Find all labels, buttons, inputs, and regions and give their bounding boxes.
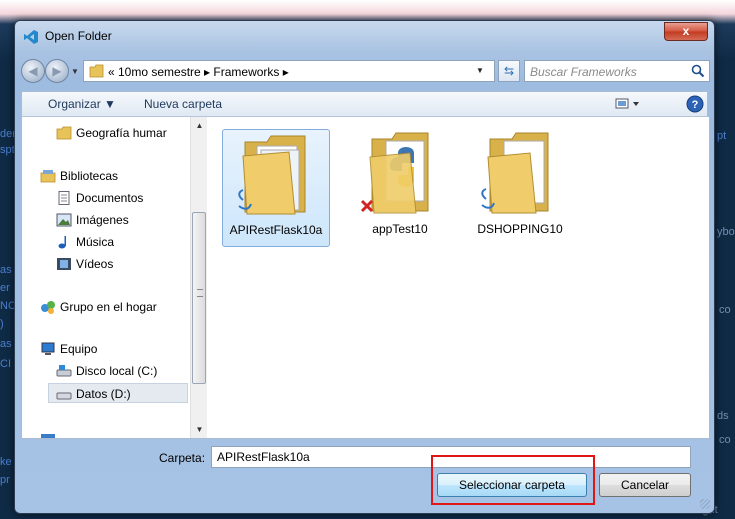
folder-icon bbox=[89, 64, 104, 78]
python-folder-icon bbox=[360, 132, 429, 214]
bg-text: ybo bbox=[717, 226, 735, 238]
bg-text: ) bbox=[0, 318, 4, 330]
folder-label: Carpeta: bbox=[159, 451, 206, 465]
bg-text: as bbox=[0, 338, 12, 350]
documents-icon bbox=[58, 191, 70, 205]
navigation-row: ◀ ▶ ▼ « 10mo semestre ▸ Frameworks ▸ ▼ ⇆… bbox=[21, 59, 710, 83]
search-placeholder: Buscar Frameworks bbox=[530, 65, 637, 79]
music-icon bbox=[58, 236, 66, 249]
bg-text: as bbox=[0, 264, 12, 276]
resize-grip-icon[interactable] bbox=[700, 499, 710, 509]
nav-item-disco-c[interactable]: Disco local (C:) bbox=[22, 361, 182, 381]
bg-text: er bbox=[0, 282, 10, 294]
nav-scrollbar[interactable]: ▲ ▼ bbox=[190, 117, 207, 438]
file-item[interactable]: APIRestFlask10a bbox=[222, 129, 330, 247]
open-folder-dialog: Open Folder x ◀ ▶ ▼ « 10mo semestre ▸ Fr… bbox=[14, 20, 715, 514]
chevron-down-icon[interactable]: ▼ bbox=[470, 62, 490, 80]
nav-item-musica[interactable]: Música bbox=[22, 232, 182, 252]
grip-icon bbox=[197, 289, 203, 297]
library-icon bbox=[40, 170, 56, 183]
scroll-up-icon[interactable]: ▲ bbox=[191, 117, 208, 134]
pictures-icon bbox=[56, 213, 72, 227]
refresh-button[interactable]: ⇆ bbox=[498, 60, 520, 82]
nav-item-datos-d[interactable]: Datos (D:) bbox=[48, 383, 188, 403]
new-folder-button[interactable]: Nueva carpeta bbox=[144, 97, 222, 111]
bg-text: spt bbox=[0, 144, 15, 156]
computer-icon bbox=[41, 342, 55, 355]
drive-icon bbox=[56, 392, 72, 400]
nav-item-videos[interactable]: Vídeos bbox=[22, 254, 182, 274]
file-name: APIRestFlask10a bbox=[229, 223, 323, 237]
vscode-icon bbox=[24, 30, 38, 44]
bg-text: pr bbox=[0, 474, 10, 486]
homegroup-icon bbox=[41, 301, 55, 314]
svg-text:?: ? bbox=[692, 99, 699, 111]
close-button[interactable]: x bbox=[664, 22, 708, 41]
bg-text: ke bbox=[0, 456, 12, 468]
folder-icon bbox=[481, 132, 549, 214]
view-options-icon[interactable] bbox=[615, 96, 641, 112]
highlight-box bbox=[431, 455, 595, 505]
title-bar[interactable]: Open Folder x bbox=[15, 21, 714, 51]
file-item[interactable]: appTest10 bbox=[346, 129, 454, 247]
nav-item-imagenes[interactable]: Imágenes bbox=[22, 210, 182, 230]
file-name: DSHOPPING10 bbox=[477, 222, 563, 236]
scroll-thumb[interactable] bbox=[192, 212, 206, 384]
file-item[interactable]: DSHOPPING10 bbox=[466, 129, 574, 247]
search-icon bbox=[691, 64, 705, 78]
back-button[interactable]: ◀ bbox=[21, 59, 45, 83]
nav-item-documentos[interactable]: Documentos bbox=[22, 188, 182, 208]
network-icon bbox=[41, 434, 55, 438]
search-input[interactable]: Buscar Frameworks bbox=[524, 60, 710, 82]
forward-button[interactable]: ▶ bbox=[45, 59, 69, 83]
bg-text: CI bbox=[0, 358, 11, 370]
help-icon[interactable]: ? bbox=[686, 95, 704, 113]
drive-icon bbox=[56, 365, 72, 377]
breadcrumb[interactable]: « 10mo semestre ▸ Frameworks ▸ bbox=[108, 65, 289, 79]
bg-text: co bbox=[719, 304, 731, 316]
folder-icon bbox=[56, 126, 72, 140]
file-name: appTest10 bbox=[372, 222, 428, 236]
organize-button[interactable]: Organizar ▼ bbox=[48, 97, 116, 111]
file-list: APIRestFlask10a appTest10 DSHOPPING10 bbox=[208, 117, 709, 438]
nav-item-network[interactable] bbox=[22, 425, 182, 438]
navigation-pane: Geografía humar Bibliotecas Documentos I… bbox=[22, 117, 190, 438]
recent-pages-icon[interactable]: ▼ bbox=[71, 67, 79, 76]
bg-text: pt bbox=[717, 130, 727, 142]
nav-item-equipo[interactable]: Equipo bbox=[22, 339, 182, 359]
command-bar: Organizar ▼ Nueva carpeta ? bbox=[21, 91, 708, 117]
videos-icon bbox=[57, 258, 71, 270]
main-content: Geografía humar Bibliotecas Documentos I… bbox=[21, 117, 710, 439]
bg-text: ds bbox=[717, 410, 729, 422]
bg-text: co bbox=[719, 434, 731, 446]
nav-item-geografia[interactable]: Geografía humar bbox=[22, 123, 182, 143]
scroll-down-icon[interactable]: ▼ bbox=[191, 421, 208, 438]
folder-icon bbox=[238, 135, 306, 215]
window-title: Open Folder bbox=[45, 29, 112, 43]
nav-item-homegroup[interactable]: Grupo en el hogar bbox=[22, 297, 182, 317]
nav-item-bibliotecas[interactable]: Bibliotecas bbox=[22, 166, 182, 186]
address-bar[interactable]: « 10mo semestre ▸ Frameworks ▸ ▼ bbox=[83, 60, 495, 82]
cancel-button[interactable]: Cancelar bbox=[599, 473, 691, 497]
